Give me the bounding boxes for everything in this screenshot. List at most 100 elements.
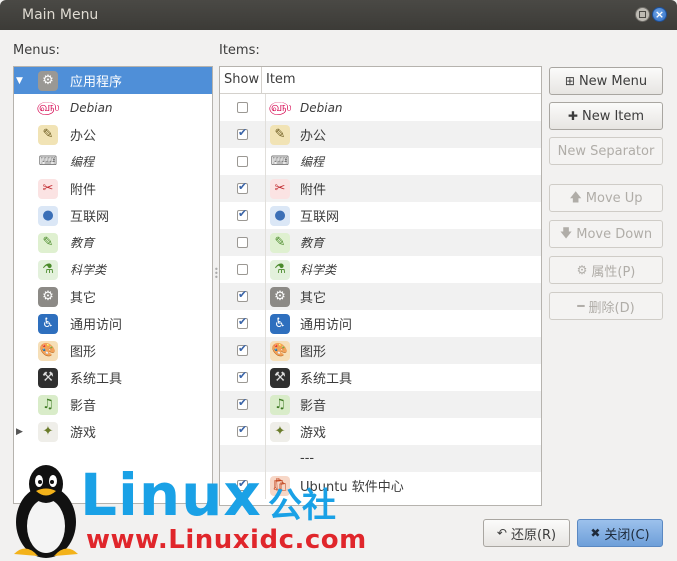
new-separator-button[interactable]: New Separator: [549, 137, 663, 165]
office-icon: ✎: [270, 124, 290, 145]
table-row[interactable]: ⌨ 编程: [220, 148, 541, 175]
menu-tree-item[interactable]: 🎨 图形: [14, 337, 212, 364]
expander-collapsed-icon[interactable]: ▶: [16, 427, 23, 437]
menu-tree-item[interactable]: ⌨ 编程: [14, 148, 212, 175]
item-label: 教育: [300, 236, 325, 250]
show-checkbox[interactable]: [237, 369, 248, 383]
item-cell: ✎ 教育: [266, 232, 325, 253]
menu-tree-item[interactable]: ● 互联网: [14, 202, 212, 229]
show-checkbox[interactable]: [237, 315, 248, 329]
show-checkbox[interactable]: [237, 288, 248, 302]
menu-tree-item[interactable]: ✎ 教育: [14, 229, 212, 256]
show-cell: [220, 337, 266, 364]
show-checkbox[interactable]: [237, 102, 248, 113]
menu-tree-item-label: 系统工具: [70, 372, 123, 387]
show-checkbox[interactable]: [237, 237, 248, 248]
item-label: 其它: [300, 291, 327, 306]
new-menu-button[interactable]: ⊞ New Menu: [549, 67, 663, 95]
accessories-icon: ✂: [38, 178, 58, 199]
multimedia-icon: ♫: [38, 394, 58, 415]
table-row[interactable]: ௵ Debian: [220, 94, 541, 121]
debian-swirl-icon: ௵: [36, 100, 60, 115]
show-checkbox[interactable]: [237, 423, 248, 437]
item-cell: ✂ 附件: [266, 178, 327, 199]
show-checkbox[interactable]: [237, 207, 248, 221]
table-row[interactable]: 🎨 图形: [220, 337, 541, 364]
close-window-button[interactable]: ×: [652, 7, 667, 22]
show-cell: [220, 418, 266, 445]
globe-icon: ●: [270, 205, 290, 226]
table-row[interactable]: ⚒ 系统工具: [220, 364, 541, 391]
system-tools-icon: ⚒: [270, 367, 290, 388]
items-table[interactable]: Show Item ௵ Debian ✎ 办公 ⌨ 编程 ✂ 附件 ● 互联网 ✎ 教育 ⚗ 科学类 ⚙ 其它…: [219, 66, 542, 506]
close-button[interactable]: ✖ 关闭(C): [577, 519, 663, 547]
accessories-icon: ✂: [270, 178, 290, 199]
properties-button[interactable]: ⚙ 属性(P): [549, 256, 663, 284]
new-menu-label: New Menu: [578, 73, 648, 89]
graphics-palette-icon: 🎨: [38, 340, 58, 361]
item-label: ---: [300, 451, 315, 466]
menu-tree-item-label: 通用访问: [70, 318, 123, 333]
menu-tree-item[interactable]: ⚙ 其它: [14, 283, 212, 310]
science-icon: ⚗: [270, 259, 290, 280]
revert-button[interactable]: ↶ 还原(R): [483, 519, 570, 547]
move-down-label: Move Down: [576, 226, 653, 242]
revert-icon: ↶: [496, 526, 507, 540]
table-row[interactable]: ● 互联网: [220, 202, 541, 229]
menu-tree-item[interactable]: ⚗ 科学类: [14, 256, 212, 283]
watermark-brand: Linux: [80, 461, 262, 529]
show-checkbox[interactable]: [237, 126, 248, 140]
expander-expanded-icon[interactable]: ▼: [16, 76, 23, 86]
show-checkbox[interactable]: [237, 180, 248, 194]
new-item-button[interactable]: ✚ New Item: [549, 102, 663, 130]
item-cell: ✎ 办公: [266, 124, 326, 145]
menus-tree[interactable]: ▼ ⚙ 应用程序 ௵ Debian ✎ 办公 ⌨ 编程 ✂ 附件 ● 互联网 ✎ 教育 ⚗ 科学类 ⚙ 其它 ♿ 通用访…: [13, 66, 213, 504]
move-down-button[interactable]: 🡇 Move Down: [549, 220, 663, 248]
menu-tree-item[interactable]: ♿ 通用访问: [14, 310, 212, 337]
show-checkbox[interactable]: [237, 264, 248, 275]
table-row[interactable]: ✎ 教育: [220, 229, 541, 256]
table-row[interactable]: ♿ 通用访问: [220, 310, 541, 337]
item-cell: 🎨 图形: [266, 340, 326, 361]
close-icon: ✖: [590, 526, 601, 540]
item-label: 通用访问: [300, 318, 353, 333]
table-row[interactable]: ✦ 游戏: [220, 418, 541, 445]
column-header-show[interactable]: Show: [220, 67, 262, 93]
menu-tree-item[interactable]: ௵ Debian: [14, 94, 212, 121]
office-icon: ✎: [38, 124, 58, 145]
table-row[interactable]: ♫ 影音: [220, 391, 541, 418]
other-gear-icon: ⚙: [38, 286, 58, 307]
restore-window-button[interactable]: [635, 7, 650, 22]
separator-row[interactable]: ---: [220, 445, 541, 472]
show-checkbox[interactable]: [237, 156, 248, 167]
column-header-item[interactable]: Item: [262, 67, 296, 93]
new-menu-icon: ⊞: [564, 74, 575, 88]
show-checkbox[interactable]: [237, 342, 248, 356]
move-up-label: Move Up: [585, 190, 643, 206]
table-row[interactable]: ⚗ 科学类: [220, 256, 541, 283]
item-label: Debian: [300, 100, 343, 115]
move-up-button[interactable]: 🡅 Move Up: [549, 184, 663, 212]
table-row[interactable]: ✂ 附件: [220, 175, 541, 202]
menu-tree-item[interactable]: ✂ 附件: [14, 175, 212, 202]
arrow-down-icon: 🡇: [559, 225, 573, 240]
menu-tree-item[interactable]: ⚒ 系统工具: [14, 364, 212, 391]
menu-tree-item[interactable]: ♫ 影音: [14, 391, 212, 418]
table-row[interactable]: ✎ 办公: [220, 121, 541, 148]
menu-tree-item[interactable]: ▶ ✦ 游戏: [14, 418, 212, 445]
show-checkbox[interactable]: [237, 396, 248, 410]
plus-icon: ✚: [567, 109, 578, 123]
show-cell: [220, 229, 266, 256]
delete-button[interactable]: ━ 删除(D): [549, 292, 663, 320]
pane-resize-handle[interactable]: • • •: [214, 266, 219, 282]
menu-tree-item[interactable]: ▼ ⚙ 应用程序: [14, 67, 212, 94]
revert-label: 还原(R): [510, 527, 557, 543]
item-label: 附件: [300, 183, 327, 198]
item-cell: ♿ 通用访问: [266, 313, 353, 334]
menu-tree-item[interactable]: ✎ 办公: [14, 121, 212, 148]
menu-tree-item-label: 附件: [70, 183, 97, 198]
programming-icon: ⌨: [270, 154, 290, 169]
show-cell: [220, 391, 266, 418]
table-row[interactable]: ⚙ 其它: [220, 283, 541, 310]
properties-gear-icon: ⚙: [576, 263, 588, 277]
